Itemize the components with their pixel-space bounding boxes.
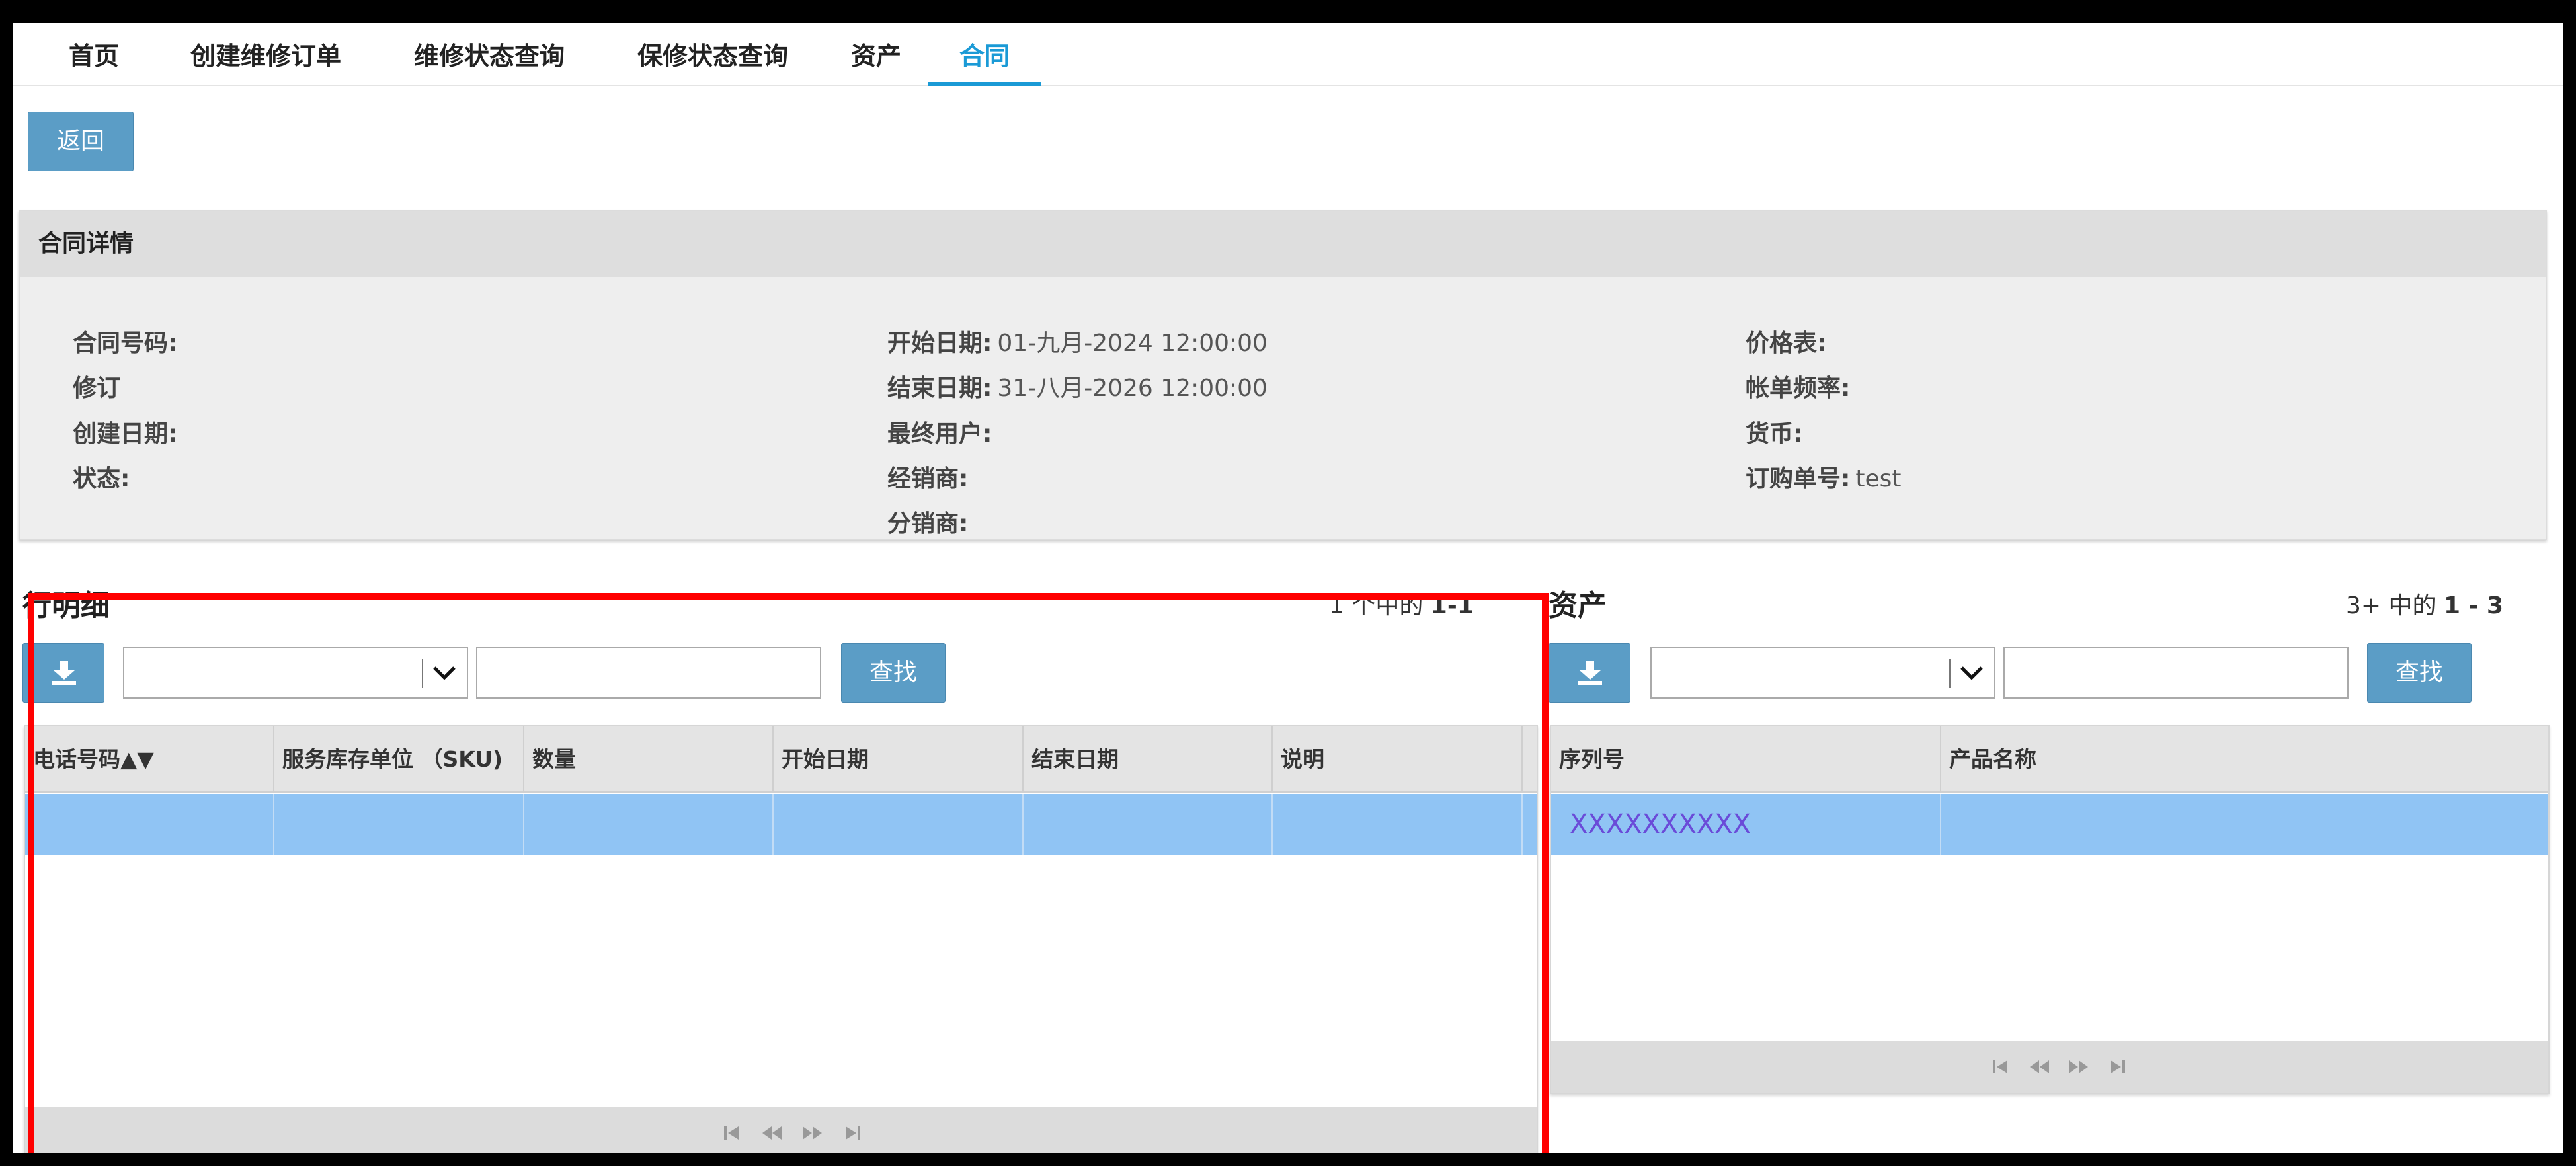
table-cell bbox=[25, 794, 274, 855]
line-details-pager-info: 1 个中的 1-1 bbox=[1329, 592, 1474, 619]
nav-tab-assets[interactable]: 资产 bbox=[836, 23, 916, 86]
table-cell bbox=[1273, 794, 1523, 855]
col-start-date[interactable]: 开始日期 bbox=[774, 726, 1024, 793]
line-details-title: 行明细 bbox=[22, 589, 110, 623]
page-frame: 首页 创建维修订单 维修状态查询 保修状态查询 资产 合同 返回 合同详情 合同… bbox=[13, 23, 2563, 1153]
field-creation-date: 创建日期: bbox=[73, 420, 178, 447]
table-row[interactable] bbox=[25, 794, 1537, 855]
last-page-icon[interactable] bbox=[840, 1122, 863, 1144]
first-page-icon[interactable] bbox=[721, 1122, 744, 1144]
last-page-icon[interactable] bbox=[2105, 1056, 2128, 1078]
col-serial-number[interactable]: 序列号 bbox=[1551, 726, 1941, 793]
field-contract-number: 合同号码: bbox=[73, 330, 178, 357]
assets-pager bbox=[1551, 1041, 2548, 1093]
line-details-search-input[interactable] bbox=[476, 647, 821, 699]
field-revision: 修订 bbox=[73, 375, 121, 402]
assets-grid-header: 序列号 产品名称 bbox=[1551, 726, 2548, 793]
col-end-date[interactable]: 结束日期 bbox=[1024, 726, 1273, 793]
line-details-grid-header: 电话号码▲▼ 服务库存单位 （SKU) 数量 开始日期 结束日期 说明 bbox=[25, 726, 1537, 793]
download-icon bbox=[1578, 661, 1602, 685]
line-details-find-button[interactable]: 查找 bbox=[841, 643, 946, 703]
table-cell bbox=[1941, 794, 2548, 855]
field-billing-frequency: 帐单频率: bbox=[1746, 375, 1851, 402]
assets-pager-info: 3+ 中的 1 - 3 bbox=[2346, 592, 2504, 619]
next-page-icon[interactable] bbox=[801, 1122, 823, 1144]
assets-find-button[interactable]: 查找 bbox=[2367, 643, 2472, 703]
field-price-list: 价格表: bbox=[1746, 330, 1827, 357]
assets-grid: 序列号 产品名称 XXXXXXXXXX bbox=[1550, 725, 2550, 1094]
line-details-download-button[interactable] bbox=[22, 643, 104, 703]
nav-tab-warranty-status[interactable]: 保修状态查询 bbox=[614, 23, 812, 86]
table-cell bbox=[524, 794, 774, 855]
col-phone-number[interactable]: 电话号码▲▼ bbox=[25, 726, 274, 793]
table-cell bbox=[1024, 794, 1273, 855]
prev-page-icon[interactable] bbox=[761, 1122, 784, 1144]
line-details-grid: 电话号码▲▼ 服务库存单位 （SKU) 数量 开始日期 结束日期 说明 bbox=[24, 725, 1538, 1153]
field-end-date: 结束日期: 31-八月-2026 12:00:00 bbox=[887, 375, 1268, 402]
chevron-down-icon bbox=[1960, 666, 1983, 680]
col-service-sku[interactable]: 服务库存单位 （SKU) bbox=[274, 726, 524, 793]
assets-filter-select[interactable] bbox=[1650, 647, 1995, 699]
line-details-pager bbox=[25, 1107, 1537, 1153]
field-end-user: 最终用户: bbox=[887, 420, 992, 447]
assets-title: 资产 bbox=[1549, 589, 1607, 623]
download-icon bbox=[52, 661, 76, 685]
field-start-date: 开始日期: 01-九月-2024 12:00:00 bbox=[887, 330, 1268, 357]
nav-tab-home[interactable]: 首页 bbox=[54, 23, 134, 86]
first-page-icon[interactable] bbox=[1990, 1056, 2013, 1078]
field-status: 状态: bbox=[73, 465, 130, 492]
contract-details-panel: 合同详情 合同号码: 修订 创建日期: 状态: 开始日期: 01-九月-2024 … bbox=[19, 210, 2547, 540]
select-separator bbox=[422, 659, 423, 688]
col-description[interactable]: 说明 bbox=[1273, 726, 1523, 793]
field-dealer: 经销商: bbox=[887, 465, 969, 492]
top-nav: 首页 创建维修订单 维修状态查询 保修状态查询 资产 合同 bbox=[13, 23, 2563, 86]
table-cell bbox=[774, 794, 1024, 855]
assets-search-input[interactable] bbox=[2003, 647, 2349, 699]
nav-tab-create-repair-order[interactable]: 创建维修订单 bbox=[167, 23, 365, 86]
table-cell bbox=[274, 794, 524, 855]
field-distributor: 分销商: bbox=[887, 510, 969, 537]
chevron-down-icon bbox=[433, 666, 456, 680]
field-po-number: 订购单号: test bbox=[1746, 465, 1902, 492]
back-button[interactable]: 返回 bbox=[28, 112, 134, 171]
next-page-icon[interactable] bbox=[2067, 1056, 2089, 1078]
field-currency: 货币: bbox=[1746, 420, 1803, 447]
select-separator bbox=[1949, 659, 1951, 688]
contract-details-header: 合同详情 bbox=[20, 211, 2546, 277]
assets-download-button[interactable] bbox=[1549, 643, 1630, 703]
nav-tab-contract[interactable]: 合同 bbox=[928, 23, 1041, 86]
nav-tab-repair-status[interactable]: 维修状态查询 bbox=[390, 23, 588, 86]
prev-page-icon[interactable] bbox=[2029, 1056, 2051, 1078]
col-product-name[interactable]: 产品名称 bbox=[1941, 726, 2548, 793]
table-row[interactable]: XXXXXXXXXX bbox=[1551, 794, 2548, 855]
line-details-filter-select[interactable] bbox=[123, 647, 468, 699]
col-quantity[interactable]: 数量 bbox=[524, 726, 774, 793]
serial-number-link[interactable]: XXXXXXXXXX bbox=[1551, 794, 1941, 855]
